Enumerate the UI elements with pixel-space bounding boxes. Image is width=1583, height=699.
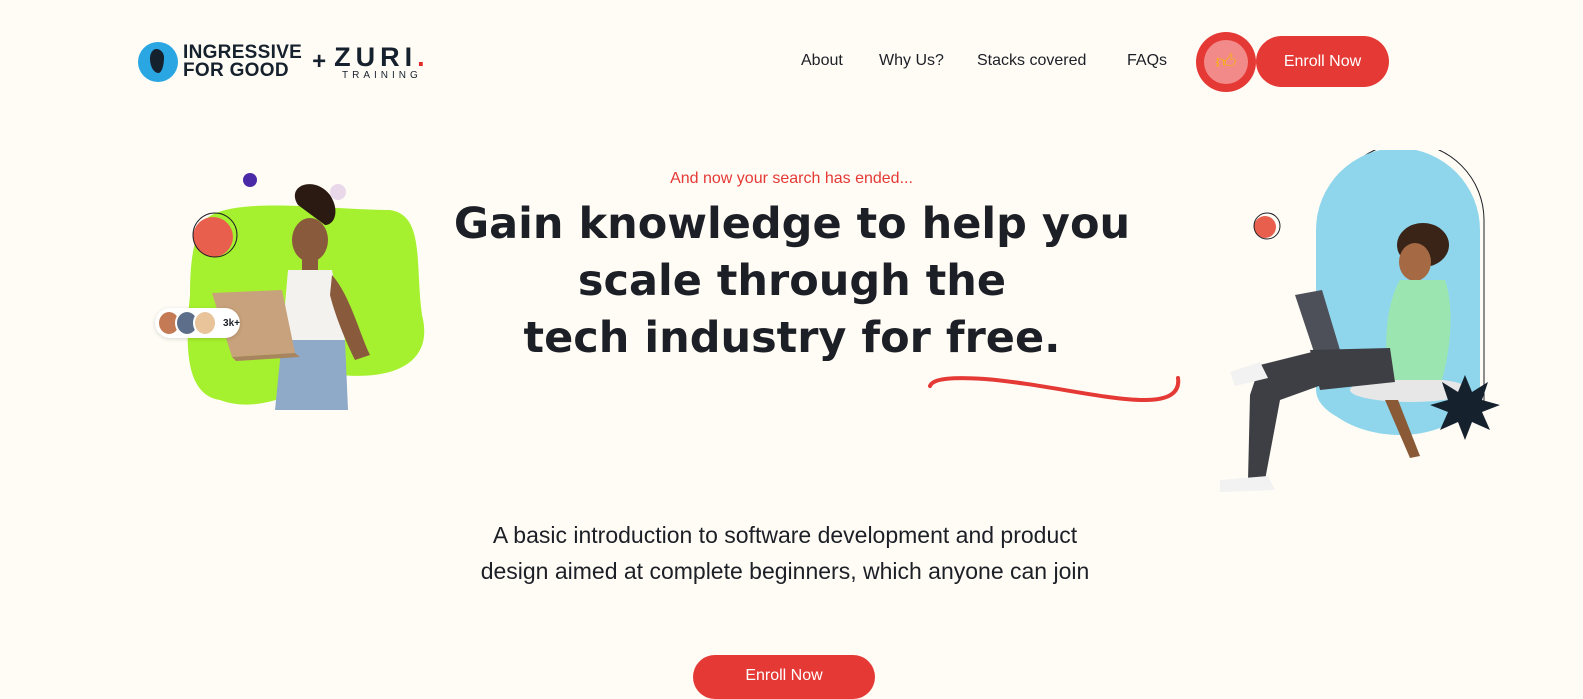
- thumbs-up-button[interactable]: 👍︎: [1196, 32, 1256, 92]
- man-with-laptop-illustration: [1220, 150, 1500, 492]
- nav-link-stacks-covered[interactable]: Stacks covered: [977, 50, 1086, 72]
- headline-line-2: scale through the: [577, 256, 1007, 306]
- learners-badge: 3k+: [155, 308, 240, 338]
- headline-line-3: tech industry for free.: [523, 313, 1061, 363]
- nav-link-faqs[interactable]: FAQs: [1127, 50, 1167, 72]
- brand-logo[interactable]: INGRESSIVE FOR GOOD + ZURI. TRAINING: [138, 40, 430, 84]
- logo-plus: +: [312, 48, 327, 75]
- header-enroll-button[interactable]: Enroll Now: [1256, 36, 1389, 87]
- headline-line-1: Gain knowledge to help you: [453, 199, 1131, 249]
- coral-dot: [193, 217, 233, 257]
- hero-description: A basic introduction to software develop…: [480, 522, 1090, 584]
- learners-count: 3k+: [223, 317, 241, 329]
- zuri-logo: ZURI. TRAINING: [334, 41, 430, 81]
- hero-enroll-button[interactable]: Enroll Now: [693, 655, 875, 699]
- nav-link-about[interactable]: About: [801, 50, 843, 72]
- partner-line-2: FOR GOOD: [183, 60, 289, 81]
- globe-icon: [138, 42, 178, 82]
- thumbs-up-icon: 👍︎: [1204, 40, 1248, 84]
- avatar: [193, 310, 218, 336]
- partner-logo-text: INGRESSIVE FOR GOOD: [183, 43, 302, 81]
- squiggle-underline: [928, 376, 1181, 403]
- zuri-subtitle: TRAINING: [342, 69, 422, 81]
- hero-headline: Gain knowledge to help you scale through…: [392, 196, 1192, 367]
- nav-link-why-us[interactable]: Why Us?: [879, 50, 944, 72]
- zuri-wordmark: ZURI: [334, 41, 418, 72]
- zuri-dot: .: [417, 41, 430, 72]
